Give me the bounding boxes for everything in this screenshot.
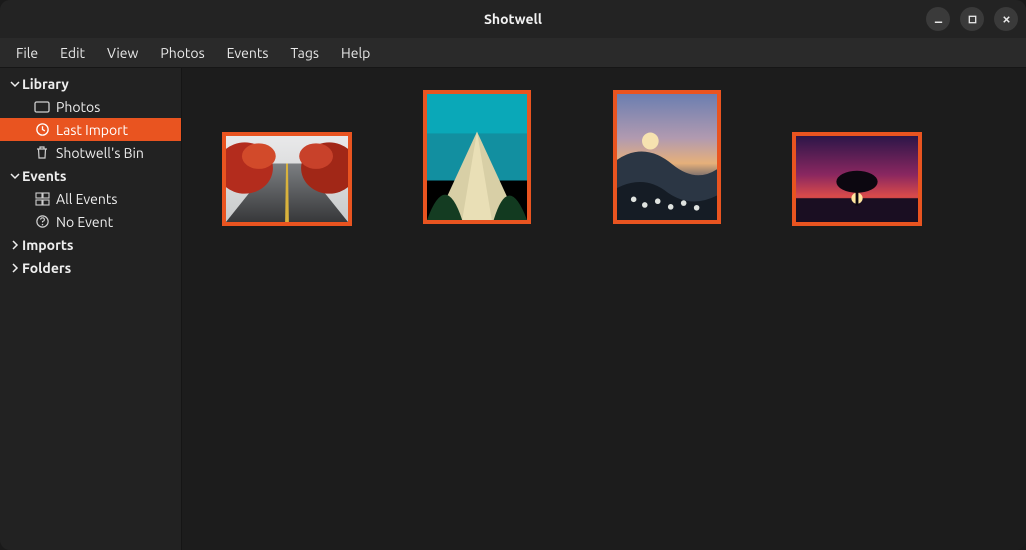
minimize-icon — [933, 14, 944, 25]
app-window: Shotwell File Edit View Photos Events Ta… — [0, 0, 1026, 550]
question-icon — [32, 214, 52, 229]
thumbnail-cell — [572, 90, 762, 224]
photo-image — [796, 136, 918, 222]
sidebar-item-label: Last Import — [56, 122, 128, 138]
thumbnail-cell — [382, 90, 572, 224]
maximize-button[interactable] — [960, 7, 984, 31]
sidebar-item-imports[interactable]: Imports — [0, 233, 181, 256]
thumbnail-cell — [192, 132, 382, 226]
sidebar-item-label: Folders — [22, 260, 71, 276]
chevron-down-icon — [8, 79, 22, 89]
sidebar-item-label: No Event — [56, 214, 113, 230]
sidebar: Library Photos Last Import Shotwell's Bi… — [0, 68, 182, 550]
sidebar-item-last-import[interactable]: Last Import — [0, 118, 181, 141]
close-button[interactable] — [994, 7, 1018, 31]
menu-photos[interactable]: Photos — [150, 41, 214, 65]
chevron-right-icon — [8, 240, 22, 250]
sidebar-item-library[interactable]: Library — [0, 72, 181, 95]
window-controls — [926, 0, 1018, 38]
sidebar-item-label: All Events — [56, 191, 117, 207]
trash-icon — [32, 145, 52, 160]
chevron-down-icon — [8, 171, 22, 181]
photo-image — [427, 94, 527, 220]
sidebar-item-label: Imports — [22, 237, 74, 253]
thumbnail-cell — [762, 132, 952, 226]
sidebar-item-bin[interactable]: Shotwell's Bin — [0, 141, 181, 164]
calendar-icon — [32, 192, 52, 206]
sidebar-item-events[interactable]: Events — [0, 164, 181, 187]
sidebar-item-label: Shotwell's Bin — [56, 145, 144, 161]
photo-grid — [182, 68, 1026, 550]
chevron-right-icon — [8, 263, 22, 273]
sidebar-item-label: Photos — [56, 99, 100, 115]
photo-thumbnail[interactable] — [423, 90, 531, 224]
sidebar-item-no-event[interactable]: No Event — [0, 210, 181, 233]
history-icon — [32, 122, 52, 137]
menu-edit[interactable]: Edit — [50, 41, 95, 65]
body: Library Photos Last Import Shotwell's Bi… — [0, 68, 1026, 550]
photo-image — [617, 94, 717, 220]
sidebar-item-label: Events — [22, 168, 67, 184]
photos-icon — [32, 100, 52, 114]
menu-file[interactable]: File — [6, 41, 48, 65]
maximize-icon — [967, 14, 978, 25]
photo-image — [226, 136, 348, 222]
menu-help[interactable]: Help — [331, 41, 380, 65]
sidebar-item-photos[interactable]: Photos — [0, 95, 181, 118]
minimize-button[interactable] — [926, 7, 950, 31]
sidebar-item-label: Library — [22, 76, 69, 92]
photo-thumbnail[interactable] — [222, 132, 352, 226]
photo-thumbnail[interactable] — [613, 90, 721, 224]
window-title: Shotwell — [484, 11, 542, 27]
menu-tags[interactable]: Tags — [280, 41, 329, 65]
menubar: File Edit View Photos Events Tags Help — [0, 38, 1026, 68]
menu-events[interactable]: Events — [217, 41, 279, 65]
sidebar-item-all-events[interactable]: All Events — [0, 187, 181, 210]
titlebar: Shotwell — [0, 0, 1026, 38]
photo-thumbnail[interactable] — [792, 132, 922, 226]
close-icon — [1001, 14, 1012, 25]
menu-view[interactable]: View — [97, 41, 148, 65]
sidebar-item-folders[interactable]: Folders — [0, 256, 181, 279]
